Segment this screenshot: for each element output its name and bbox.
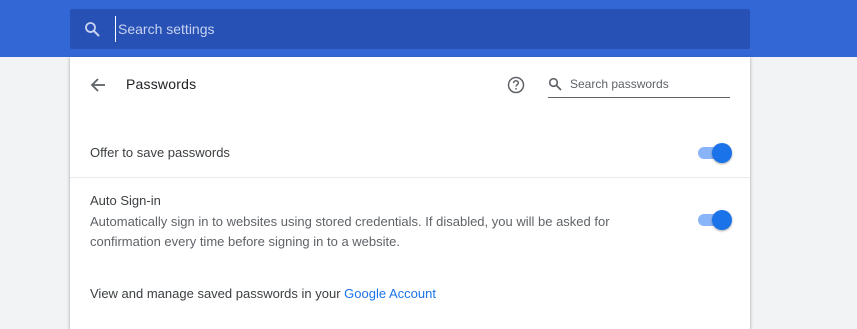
search-icon (82, 19, 102, 39)
auto-signin-label: Auto Sign-in (90, 193, 161, 208)
settings-search-box[interactable] (70, 9, 750, 49)
manage-passwords-label: View and manage saved passwords in your (90, 286, 345, 301)
offer-save-passwords-row: Offer to save passwords (70, 129, 750, 178)
offer-save-passwords-toggle[interactable] (698, 143, 732, 163)
auto-signin-toggle[interactable] (698, 210, 732, 230)
toggle-knob (712, 210, 732, 230)
manage-passwords-text: View and manage saved passwords in your … (90, 286, 436, 301)
search-passwords-field[interactable] (548, 75, 730, 98)
search-icon (548, 77, 562, 91)
settings-search-input[interactable] (115, 16, 720, 42)
google-account-link[interactable]: Google Account (344, 286, 436, 301)
help-circle-icon[interactable] (506, 75, 526, 95)
offer-save-passwords-label: Offer to save passwords (90, 145, 230, 160)
auto-signin-description: Automatically sign in to websites using … (90, 214, 610, 249)
passwords-card: Passwords Offer to save passwords (70, 57, 750, 329)
passwords-header: Passwords (70, 57, 750, 113)
top-toolbar (0, 0, 857, 57)
toggle-knob (712, 143, 732, 163)
auto-signin-row: Auto Sign-in Automatically sign in to we… (70, 178, 750, 258)
arrow-back-icon[interactable] (88, 75, 108, 95)
page-title: Passwords (126, 76, 197, 92)
search-passwords-input[interactable] (570, 75, 728, 93)
